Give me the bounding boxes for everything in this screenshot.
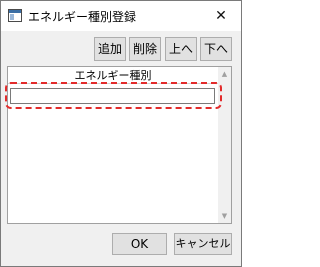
window-app-icon (8, 9, 22, 22)
delete-button[interactable]: 削除 (129, 37, 161, 61)
move-down-button[interactable]: 下へ (200, 37, 232, 61)
add-button[interactable]: 追加 (94, 37, 126, 61)
title-bar: エネルギー種別登録 ✕ (1, 1, 241, 31)
move-up-button[interactable]: 上へ (165, 37, 197, 61)
column-header-energy-type[interactable]: エネルギー種別 (8, 67, 218, 84)
vertical-scrollbar[interactable]: ▲ ▼ (218, 67, 231, 223)
dialog-window: エネルギー種別登録 ✕ 追加 削除 上へ 下へ エネルギー種別 ▲ ▼ OK キ… (0, 0, 242, 267)
scroll-down-icon[interactable]: ▼ (218, 209, 231, 223)
energy-type-row-input[interactable] (10, 88, 215, 104)
list-body[interactable] (8, 84, 218, 223)
close-icon[interactable]: ✕ (206, 4, 236, 28)
window-title: エネルギー種別登録 (28, 10, 137, 24)
ok-button[interactable]: OK (112, 233, 167, 255)
cancel-button[interactable]: キャンセル (174, 233, 232, 255)
scroll-up-icon[interactable]: ▲ (218, 67, 231, 81)
